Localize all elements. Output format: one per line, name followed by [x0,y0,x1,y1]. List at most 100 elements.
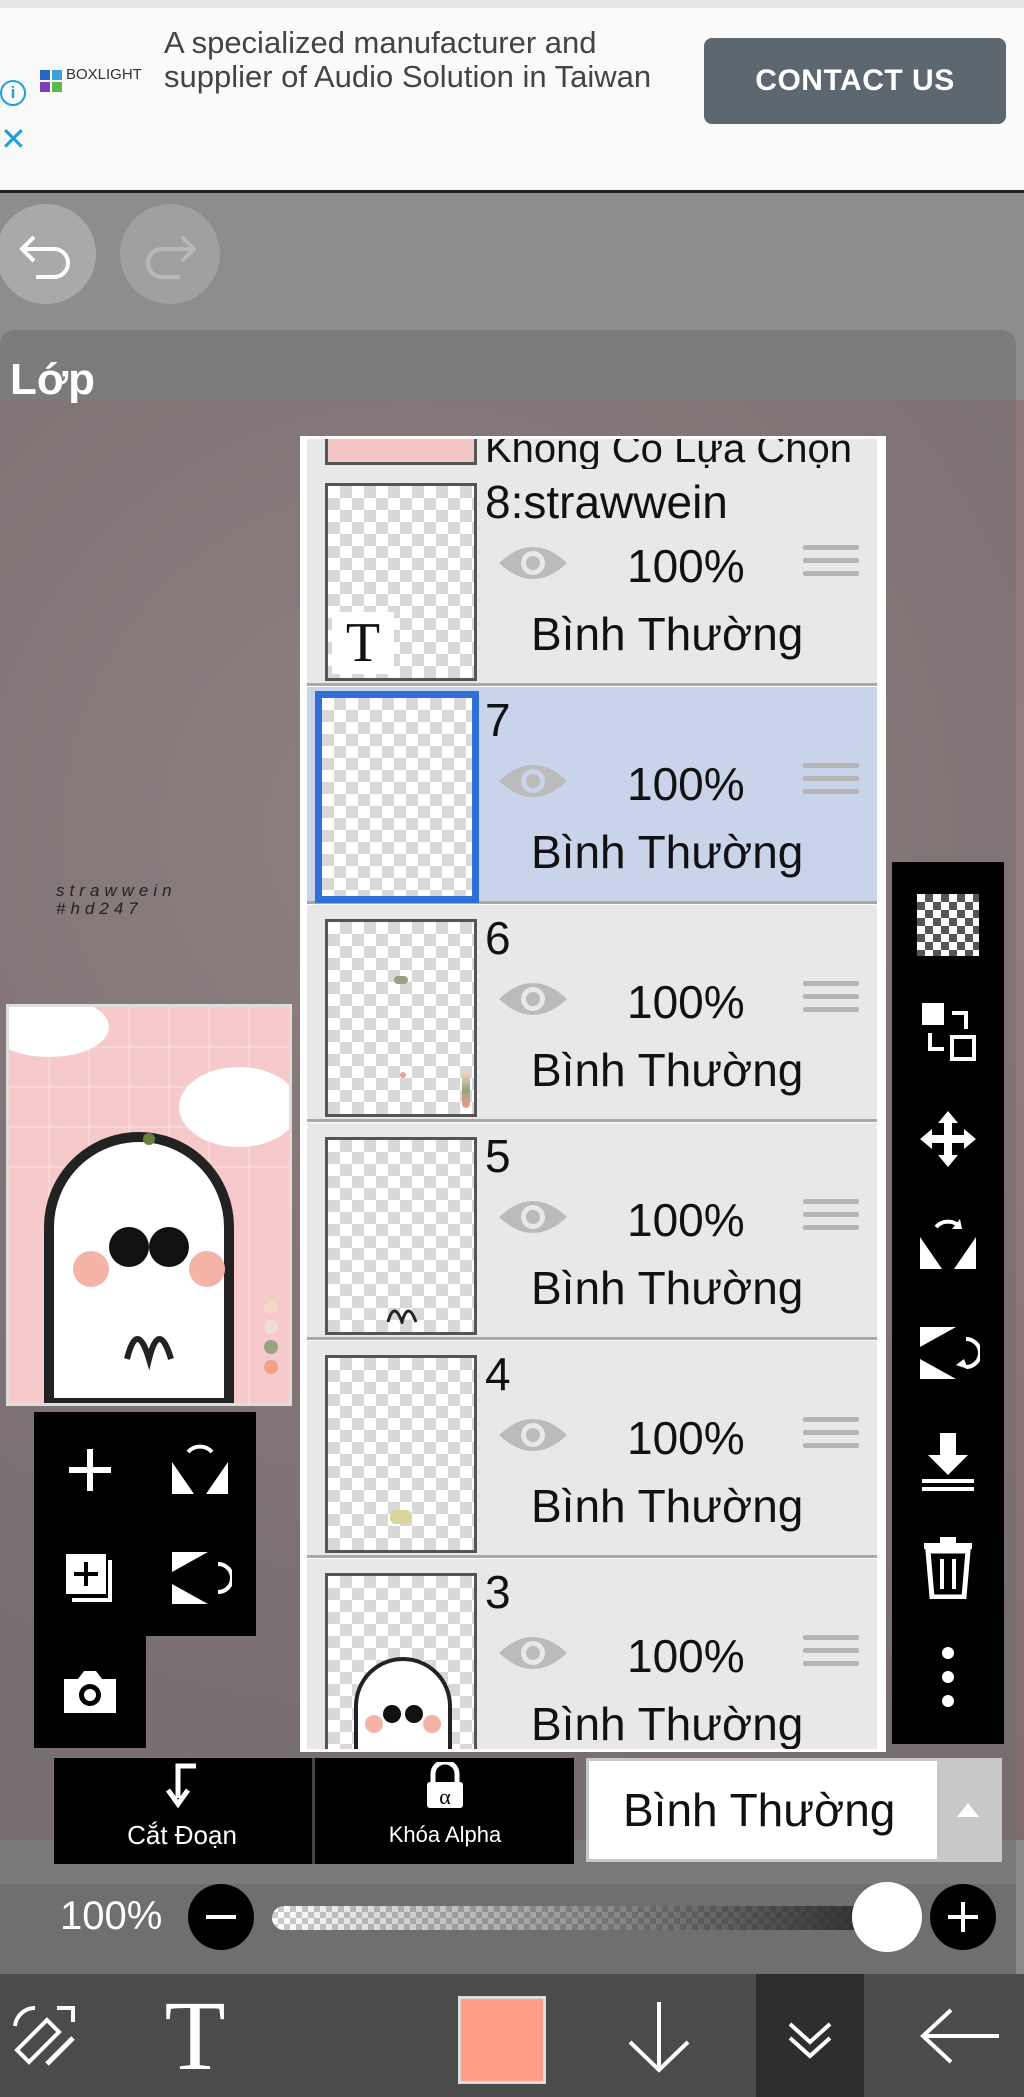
flip-vertical-icon[interactable] [150,1528,250,1628]
flip-vertical-icon[interactable] [902,1308,994,1398]
color-swatch[interactable] [458,1996,546,2084]
drag-handle-icon[interactable] [803,981,859,1021]
ad-info-icon[interactable]: i [0,80,26,106]
layer-opacity: 100% [627,758,745,810]
layers-toggle-button[interactable] [756,1974,864,2097]
layer-blend-mode: Bình Thường [531,1698,804,1750]
opacity-track[interactable] [272,1906,892,1930]
layer-thumbnail [325,1573,477,1749]
drag-handle-icon[interactable] [803,763,859,803]
layer-row-5[interactable]: 5 100% Bình Thường [307,1123,877,1340]
opacity-slider-knob[interactable] [852,1882,922,1952]
redo-icon [146,235,197,279]
ad-top-line [0,0,1024,8]
contact-us-button[interactable]: CONTACT US [704,38,1006,124]
layer-thumbnail: T [325,483,477,681]
preview-artwork [9,1007,289,1403]
layer-tools-toolbar [892,862,1004,1744]
blend-mode-select[interactable]: Bình Thường [586,1758,1002,1862]
opacity-decrease-button[interactable] [188,1884,254,1950]
layer-blend-mode: Bình Thường [531,1262,804,1314]
text-tool-button[interactable]: T [150,1974,240,2097]
flip-horizontal-icon[interactable] [902,1200,994,1290]
layer-name: 6 [485,912,511,964]
layer-opacity: 100% [627,976,745,1028]
layer-blend-mode: Bình Thường [531,608,804,660]
undo-icon [19,235,70,279]
drag-handle-icon[interactable] [803,1199,859,1239]
chevron-up-icon[interactable] [937,1761,999,1859]
layer-thumbnail [325,1355,477,1553]
layer-thumbnail [325,439,477,465]
watermark-line-1: strawwein [56,881,177,900]
alpha-glyph: α [439,1784,451,1809]
drag-handle-icon[interactable] [803,1635,859,1675]
opacity-increase-button[interactable] [930,1884,996,1950]
visibility-eye-icon[interactable] [497,541,569,585]
layer-row-3[interactable]: 3 100% Bình Thường [307,1559,877,1750]
layer-thumbnail [325,919,477,1117]
visibility-eye-icon[interactable] [497,1413,569,1457]
camera-icon[interactable] [40,1642,140,1742]
flip-horizontal-icon[interactable] [150,1420,250,1520]
brand-logo: BOXLIGHT [40,62,160,102]
move-icon[interactable] [902,1094,994,1184]
layer-row-8[interactable]: T 8:strawwein 100% Bình Thường [307,469,877,686]
clip-arrow-icon [54,1762,310,1820]
layer-thumbnail [325,1137,477,1335]
add-layer-icon[interactable] [40,1420,140,1520]
panel-title: Lớp [10,355,96,404]
swap-layers-icon[interactable] [902,986,994,1076]
layer-add-toolbar [34,1412,256,1636]
more-icon[interactable] [902,1632,994,1722]
visibility-eye-icon[interactable] [497,1195,569,1239]
clip-button[interactable]: Cắt Đoạn [54,1758,310,1864]
back-button[interactable] [910,1974,1010,2097]
ad-text: A specialized manufacturer and supplier … [164,25,652,94]
visibility-eye-icon[interactable] [497,977,569,1021]
layer-name: 5 [485,1130,511,1182]
alpha-lock-label: Khóa Alpha [388,1822,502,1847]
layer-thumbnail [315,691,479,903]
opacity-percent: 100% [60,1894,163,1938]
layer-row-4[interactable]: 4 100% Bình Thường [307,1341,877,1558]
ad-close-icon[interactable]: ✕ [0,120,27,158]
layer-name: 4 [485,1348,511,1400]
blend-mode-value: Bình Thường [623,1784,896,1836]
plus-icon [948,1902,978,1932]
visibility-eye-icon[interactable] [497,759,569,803]
ad-banner[interactable]: BOXLIGHT i ✕ A specialized manufacturer … [0,0,1024,193]
redo-button[interactable] [120,204,220,304]
canvas-watermark: strawwein #hd247 [56,882,177,918]
layer-down-button[interactable] [614,1974,704,2097]
arrow-down-icon [628,2001,690,2073]
checker-icon[interactable] [902,880,994,970]
layer-row-6[interactable]: 6 100% Bình Thường [307,905,877,1122]
alpha-lock-button[interactable]: α Khóa Alpha [316,1758,574,1864]
layer-row-7[interactable]: 7 100% Bình Thường [307,687,877,904]
text-layer-icon: T [332,612,394,674]
layer-blend-mode: Bình Thường [531,1044,804,1096]
arrow-left-icon [920,2008,999,2063]
drag-handle-icon[interactable] [803,1417,859,1457]
transform-tool-button[interactable] [0,1974,90,2097]
visibility-eye-icon[interactable] [497,1631,569,1675]
clip-label: Cắt Đoạn [127,1820,237,1850]
canvas-preview[interactable] [6,1004,292,1406]
drag-handle-icon[interactable] [803,545,859,585]
add-copy-icon[interactable] [40,1528,140,1628]
merge-down-icon[interactable] [902,1416,994,1506]
layer-opacity: 100% [627,1630,745,1682]
transform-icon [13,2005,75,2066]
undo-button[interactable] [0,204,96,304]
watermark-line-2: #hd247 [56,899,143,918]
trash-icon[interactable] [902,1522,994,1612]
camera-toolbar [34,1636,146,1748]
layer-opacity: 100% [627,1412,745,1464]
layer-list[interactable]: Không Có Lựa Chọn T 8:strawwein 100% Bìn… [300,436,886,1752]
double-chevron-down-icon [788,2022,832,2059]
lock-icon: α [316,1759,574,1822]
layer-options-bar: Cắt Đoạn α Khóa Alpha [54,1758,574,1864]
layer-name: 7 [485,694,511,746]
layer-blend-mode: Bình Thường [531,1480,804,1532]
